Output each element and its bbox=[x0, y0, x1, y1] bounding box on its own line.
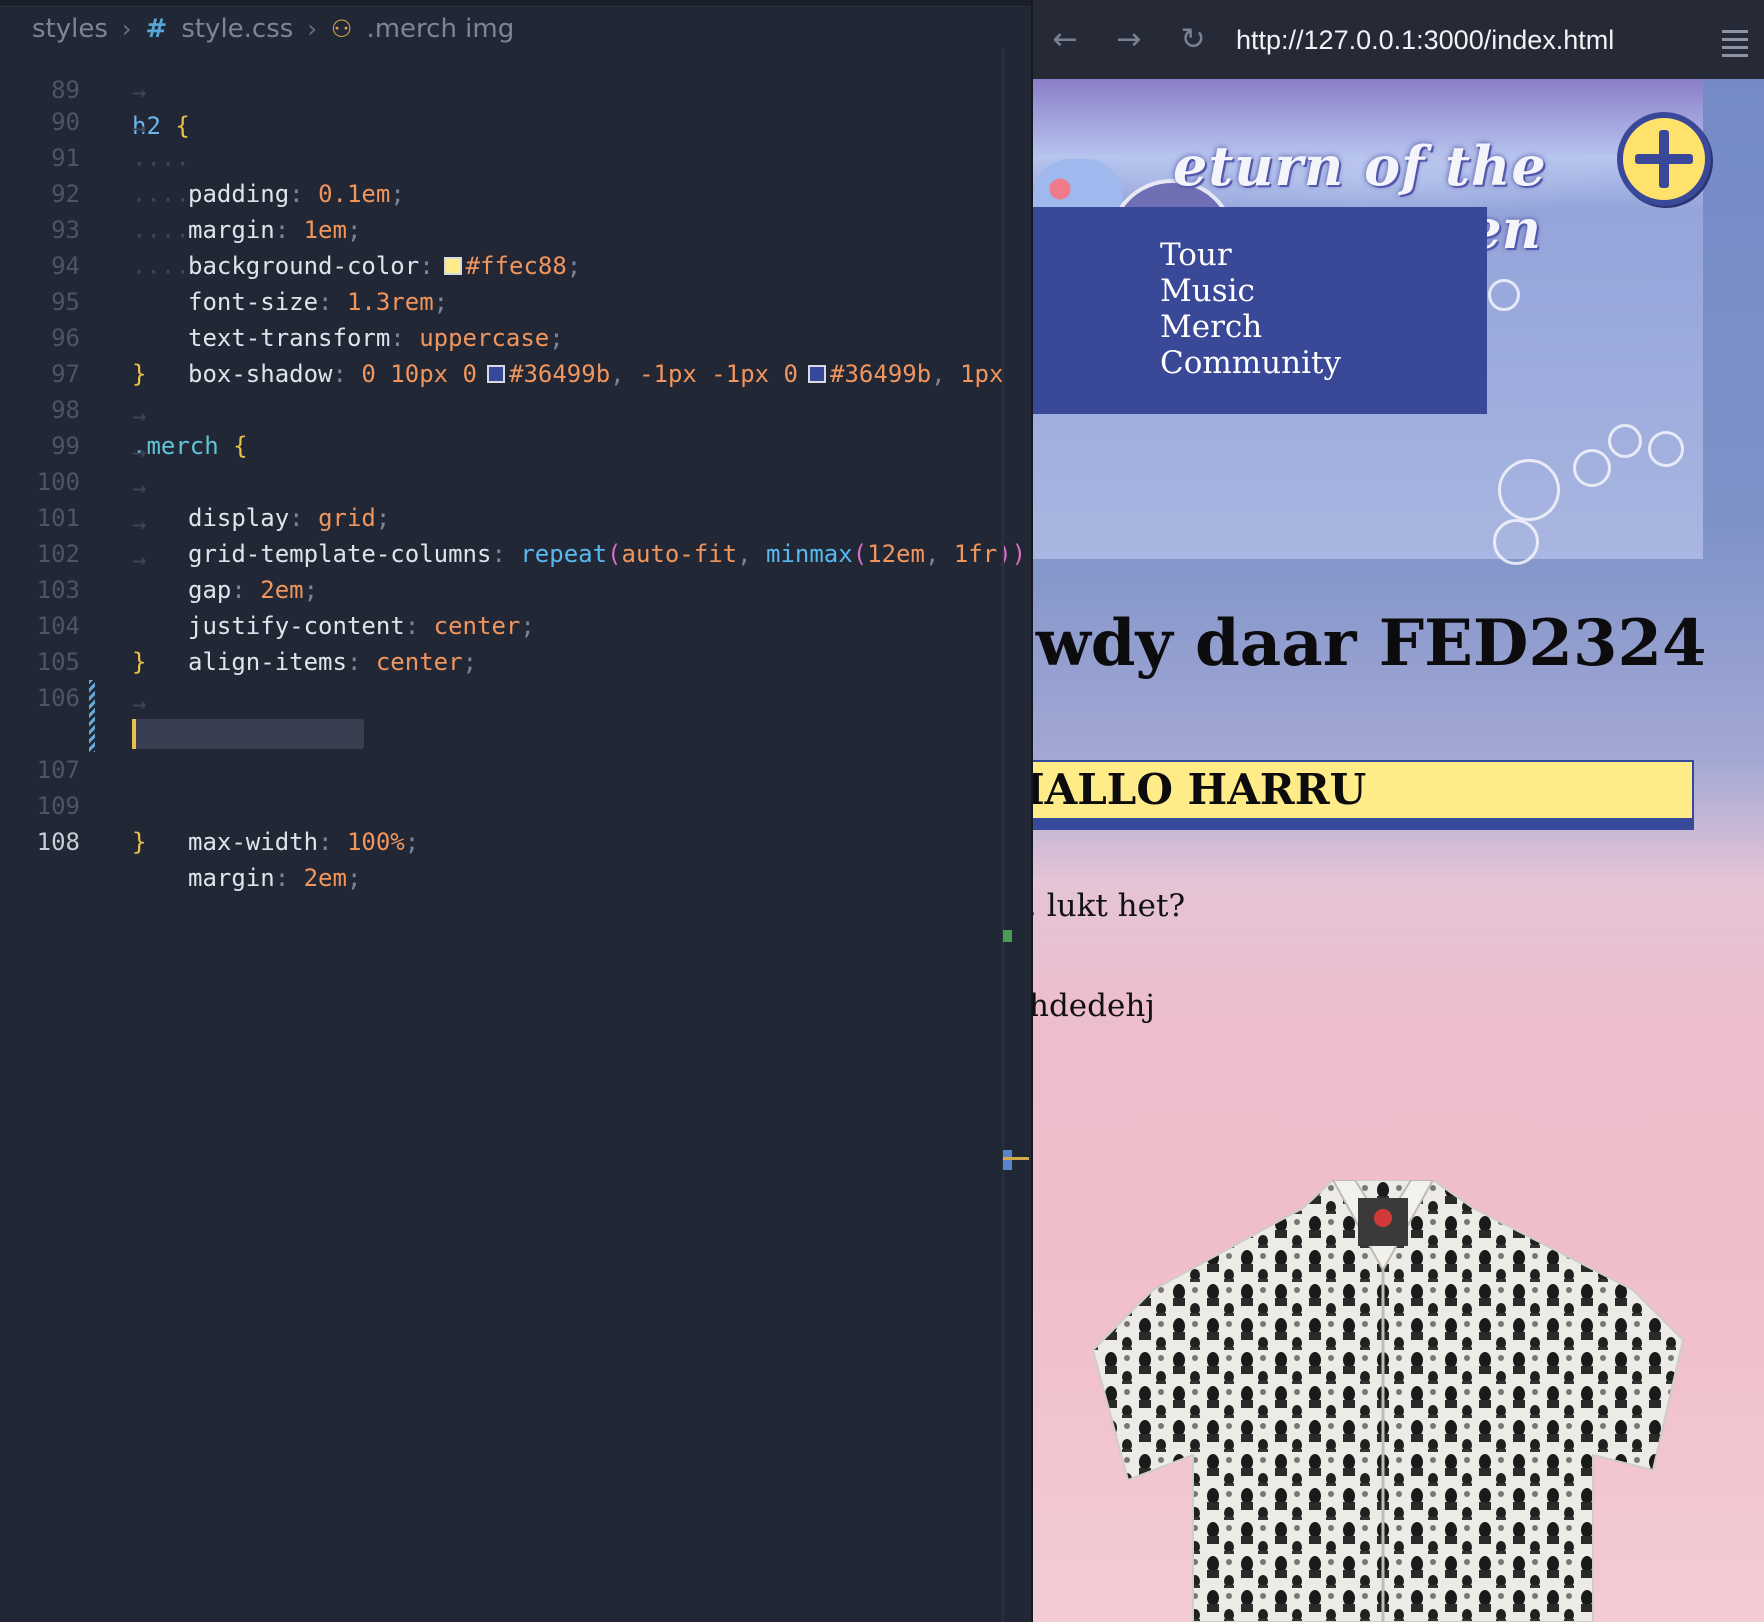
nav-item-music[interactable]: Music bbox=[1160, 273, 1341, 309]
site-navigation: Tour Music Merch Community bbox=[1033, 207, 1487, 414]
code-line[interactable]: 94 ···· text-transform: uppercase; bbox=[0, 212, 1031, 352]
reload-icon[interactable]: ↻ bbox=[1175, 22, 1211, 58]
plus-icon[interactable] bbox=[1617, 112, 1711, 206]
section-heading-text: HALLO HARRU bbox=[1031, 765, 1367, 814]
code-line[interactable]: 109 } bbox=[0, 752, 1031, 856]
paragraph: hdedehj bbox=[1031, 988, 1155, 1024]
selection-highlight bbox=[132, 719, 364, 749]
code-text: } bbox=[132, 828, 147, 856]
browser-preview[interactable]: ← → ↻ http://127.0.0.1:3000/index.html e… bbox=[1031, 0, 1764, 1622]
paragraph: , lukt het? bbox=[1031, 888, 1186, 924]
code-line[interactable]: 104 } bbox=[0, 572, 1031, 676]
overview-ruler[interactable] bbox=[1002, 48, 1004, 1622]
code-line[interactable]: 103 → align-items: center; bbox=[0, 536, 1031, 676]
code-line[interactable]: 98 .merch { bbox=[0, 356, 1031, 460]
nav-item-merch[interactable]: Merch bbox=[1160, 309, 1341, 345]
ruler-modified-marker bbox=[1003, 1150, 1012, 1170]
code-line[interactable]: 100 → grid-template-columns: repeat(auto… bbox=[0, 428, 1031, 568]
bubble-art bbox=[1648, 431, 1684, 467]
code-line[interactable]: 107 → max-width: 100%; bbox=[0, 680, 1031, 856]
page-heading: owdy daar FED2324 bbox=[1031, 606, 1707, 681]
code-line[interactable]: 91 → margin: 1em; bbox=[0, 104, 1031, 244]
code-text: margin: 2em; bbox=[188, 864, 362, 892]
code-line[interactable]: 89 h2 { bbox=[0, 36, 1031, 140]
code-line[interactable]: 95 ···· box-shadow: 0 10px 0 #36499b, -1p… bbox=[0, 248, 1031, 388]
text-cursor bbox=[132, 719, 136, 749]
arrow-left-icon[interactable]: ← bbox=[1047, 22, 1083, 58]
code-line[interactable]: 93 ···· font-size: 1.3rem; bbox=[0, 176, 1031, 316]
bubble-art bbox=[1573, 449, 1611, 487]
code-line[interactable]: 97 bbox=[0, 320, 1031, 388]
code-line[interactable]: 99 → display: grid; bbox=[0, 392, 1031, 532]
bubble-art bbox=[1488, 279, 1520, 311]
code-editor[interactable]: styles › # style.css › ⚇ .merch img 89 h… bbox=[0, 0, 1031, 1622]
ruler-added-marker bbox=[1003, 930, 1012, 942]
editor-tab-strip bbox=[0, 0, 1031, 7]
line-number: 109 bbox=[36, 792, 80, 820]
code-area[interactable]: 89 h2 { 90 → padding: 0.1em; 91 → margin… bbox=[0, 40, 1031, 892]
ruler-cursor-marker bbox=[1003, 1157, 1029, 1160]
bubble-art bbox=[1498, 459, 1560, 521]
code-line[interactable]: 102 → justify-content: center; bbox=[0, 500, 1031, 640]
nav-item-community[interactable]: Community bbox=[1160, 345, 1341, 381]
arrow-right-icon[interactable]: → bbox=[1111, 22, 1147, 58]
code-text: max-width: 100%; bbox=[188, 828, 420, 856]
code-line[interactable]: 92 ···· background-color: #ffec88; bbox=[0, 140, 1031, 280]
album-title-art: eturn of the bbox=[1173, 134, 1547, 198]
code-line[interactable]: 90 → padding: 0.1em; bbox=[0, 68, 1031, 208]
merch-shirt-image bbox=[1091, 1180, 1685, 1622]
code-line[interactable]: 96 } bbox=[0, 284, 1031, 388]
code-line-active[interactable]: 108 margin: 2em; bbox=[0, 716, 1031, 892]
bubble-art bbox=[1493, 519, 1539, 565]
browser-toolbar: ← → ↻ http://127.0.0.1:3000/index.html bbox=[1033, 0, 1764, 79]
section-heading: HALLO HARRU bbox=[1031, 760, 1694, 820]
url-bar[interactable]: http://127.0.0.1:3000/index.html bbox=[1236, 20, 1614, 60]
nav-item-tour[interactable]: Tour bbox=[1160, 237, 1341, 273]
code-line[interactable]: 106 .merch img { bbox=[0, 644, 1031, 748]
bubble-art bbox=[1608, 424, 1642, 458]
code-line[interactable]: 105 bbox=[0, 608, 1031, 676]
hamburger-menu-icon[interactable] bbox=[1722, 30, 1748, 62]
code-line[interactable]: 101 → gap: 2em; bbox=[0, 464, 1031, 604]
